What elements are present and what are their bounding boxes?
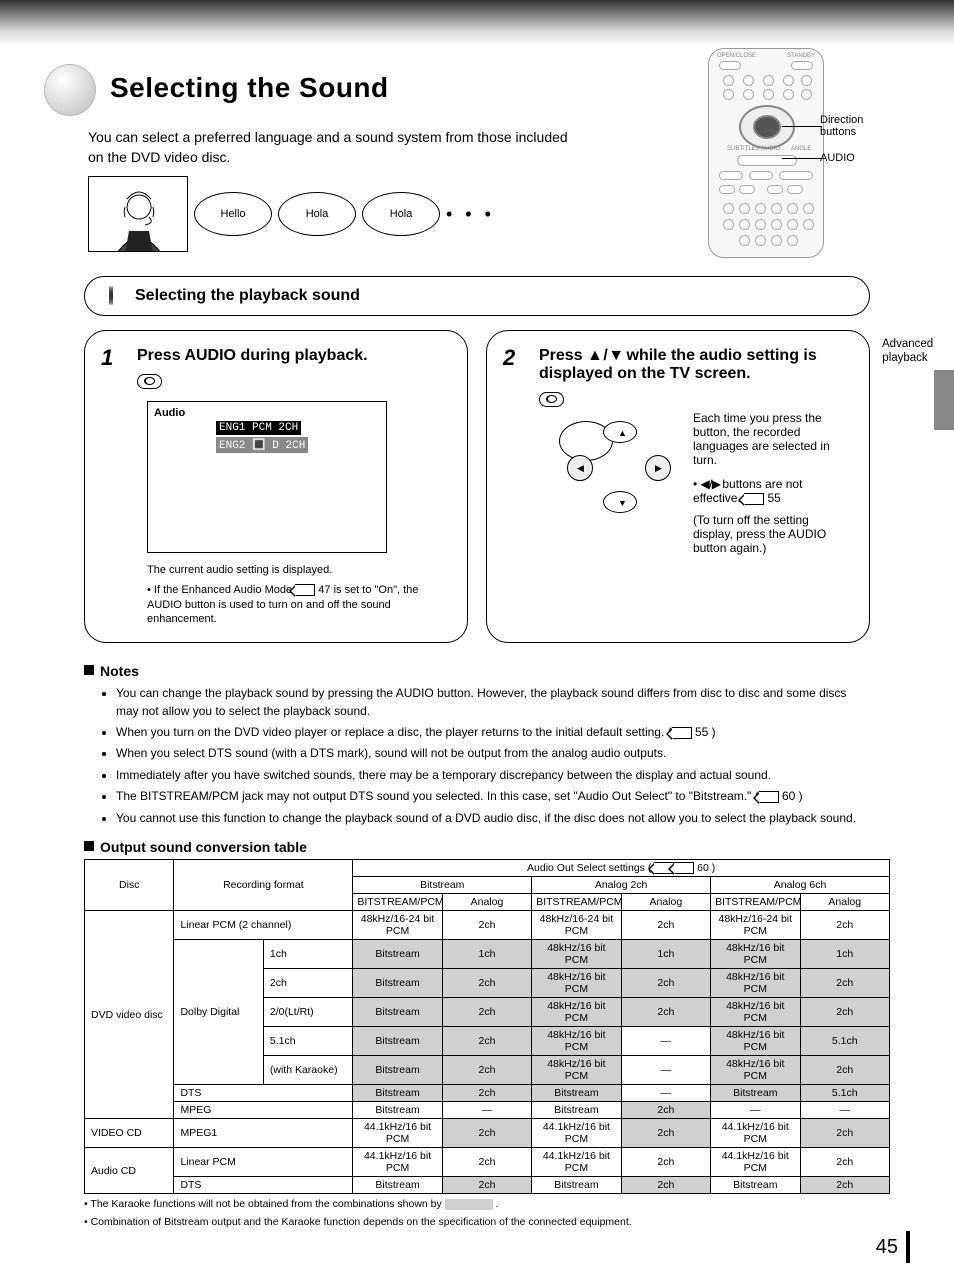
callout-direction: Direction buttons — [820, 114, 900, 138]
notes-heading-text: Notes — [100, 663, 139, 679]
section-bullet-sphere — [44, 64, 96, 116]
section-bar: Selecting the playback sound — [84, 276, 870, 316]
callout2-text: AUDIO — [820, 152, 855, 164]
table-footnote-1: • The Karaoke functions will not be obta… — [84, 1198, 890, 1212]
table-section: Output sound conversion table DiscRecord… — [84, 839, 890, 1230]
audio-button-icon-2 — [539, 392, 564, 407]
square-bullet-icon-2 — [84, 841, 94, 851]
note-item: When you turn on the DVD video player or… — [116, 724, 870, 741]
page-root: Selecting the Sound You can select a pre… — [0, 0, 954, 1279]
callout1-text: Direction buttons — [820, 114, 863, 138]
note-item: You cannot use this function to change t… — [116, 810, 870, 827]
page-number-bar — [906, 1231, 910, 1263]
page-ref-icon — [295, 584, 315, 596]
step-panels: 1 Press AUDIO during playback. Audio ENG… — [84, 330, 870, 643]
operator-illustration — [89, 177, 188, 252]
section-bar-title: Selecting the playback sound — [135, 287, 360, 305]
step-number-1: 1 — [101, 345, 113, 371]
table-title: Output sound conversion table — [84, 839, 890, 855]
top-gradient — [0, 0, 954, 46]
table-footnote-2: • Combination of Bitstream output and th… — [84, 1216, 890, 1230]
step2-note1: Each time you press the button, the reco… — [693, 411, 851, 467]
audio-button-icon — [137, 374, 162, 389]
remote-control-diagram: OPEN/CLOSE STANDBY SUBTITLES AUDIO ANGLE — [708, 48, 824, 258]
language-illustration: Hello Hola Hola • • • — [88, 176, 495, 252]
step2-pageref: 55 — [768, 491, 781, 505]
lbl-standby: STANDBY — [787, 53, 815, 59]
speech-bubble-2: Hola — [278, 192, 356, 236]
square-bullet-icon — [84, 665, 94, 675]
page-title: Selecting the Sound — [110, 72, 389, 104]
notes-heading: Notes — [84, 663, 870, 679]
osd-line-1: ENG1 PCM 2CH — [216, 421, 301, 435]
dpad-icon: ▲ ▼ ◀ ▶ — [559, 421, 679, 513]
callout-audio: AUDIO — [820, 152, 855, 164]
header-area: Selecting the Sound You can select a pre… — [0, 46, 954, 276]
leftright-arrows-icon: ◀ / ▶ — [701, 477, 719, 491]
step1-lead: Press AUDIO during playback. — [137, 347, 449, 365]
step1-note1: The current audio setting is displayed. — [147, 563, 449, 577]
lbl-sub: SUBTITLES — [727, 146, 760, 152]
note-item: You can change the playback sound by pre… — [116, 685, 870, 720]
output-sound-table: DiscRecording formatAudio Out Select set… — [84, 859, 890, 1194]
osd-line-2: ENG2 🔳 D 2CH — [216, 437, 308, 453]
page-ref-icon-2 — [744, 493, 764, 505]
gray-swatch-icon — [445, 1199, 493, 1210]
step-number-2: 2 — [503, 345, 515, 371]
note-item: When you select DTS sound (with a DTS ma… — [116, 745, 870, 762]
step-1-panel: 1 Press AUDIO during playback. Audio ENG… — [84, 330, 468, 643]
step2-note2: • ◀ / ▶ buttons are not effective. 55 — [693, 477, 851, 505]
tv-screen-mock: Audio ENG1 PCM 2CH ENG2 🔳 D 2CH — [147, 401, 387, 553]
step1-pageref: 47 — [318, 584, 330, 596]
osd-audio-label: Audio — [154, 407, 185, 419]
intro-text: You can select a preferred language and … — [88, 128, 574, 167]
remote-callouts: Direction buttons AUDIO — [820, 46, 900, 256]
step-2-panel: 2 Press ▲ / ▼ while the audio setting is… — [486, 330, 870, 643]
step2-left-col: ▲ ▼ ◀ ▶ — [539, 383, 679, 555]
note-item: The BITSTREAM/PCM jack may not output DT… — [116, 788, 870, 805]
side-tab-label: Advanced playback — [882, 338, 928, 366]
ellipsis-icon: • • • — [446, 204, 495, 225]
speech-bubble-3: Hola — [362, 192, 440, 236]
step2-lead-a: Press — [539, 347, 583, 364]
page-number-text: 45 — [876, 1236, 898, 1259]
disc-icon — [97, 287, 125, 305]
lbl-open: OPEN/CLOSE — [717, 53, 756, 59]
updown-arrows-icon: ▲ / ▼ — [587, 347, 622, 365]
lbl-audio: AUDIO — [761, 146, 780, 152]
side-tab-marker — [934, 370, 954, 430]
notes-list: You can change the playback sound by pre… — [116, 685, 870, 827]
page-number: 45 — [876, 1231, 910, 1263]
note-item: Immediately after you have switched soun… — [116, 767, 870, 784]
step2-lead: Press ▲ / ▼ while the audio setting is d… — [539, 347, 851, 383]
lbl-angle: ANGLE — [791, 146, 811, 152]
portrait-frame — [88, 176, 188, 252]
step2-note3: (To turn off the setting display, press … — [693, 513, 851, 555]
step1-note2: • If the Enhanced Audio Mode 47 is set t… — [147, 583, 449, 626]
step1-note2a: • If the Enhanced Audio Mode — [147, 584, 292, 596]
speech-bubble-1: Hello — [194, 192, 272, 236]
step2-right-col: Each time you press the button, the reco… — [693, 383, 851, 555]
